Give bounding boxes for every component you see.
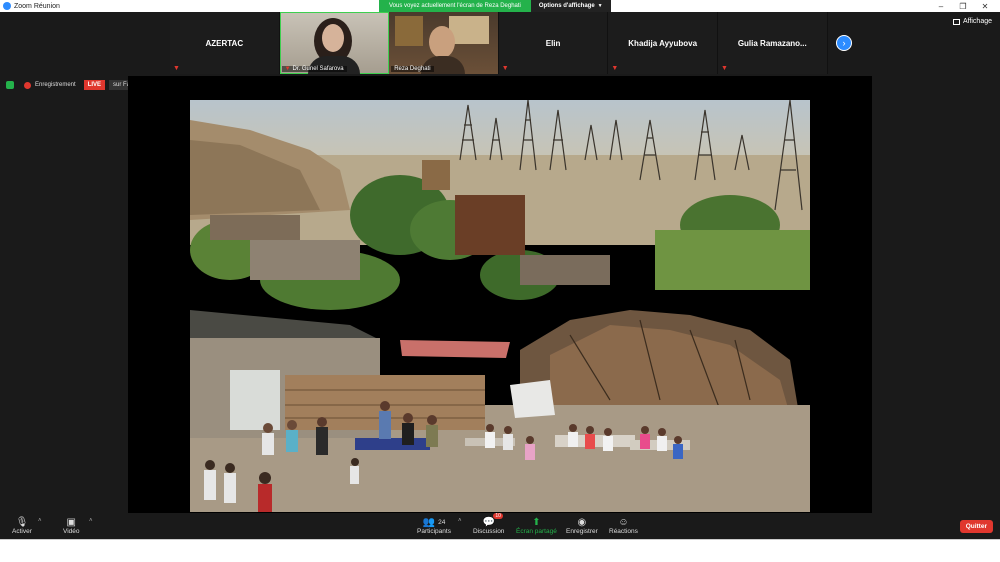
participant-tile[interactable]: Elin ▼ — [498, 12, 609, 74]
window-title: Zoom Réunion — [14, 2, 60, 10]
chat-unread-badge: 10 — [493, 513, 503, 519]
screen-share-banner: Vous voyez actuellement l'écran de Reza … — [379, 0, 611, 12]
next-page-button[interactable]: › — [836, 35, 852, 51]
reactions-label: Réactions — [609, 528, 638, 535]
participant-face — [429, 26, 456, 58]
view-label: Affichage — [962, 18, 992, 25]
record-label: Enregistrer — [566, 528, 598, 535]
participants-label: Participants — [417, 528, 451, 535]
live-badge[interactable]: LIVE — [83, 80, 106, 90]
microphone-muted-icon: 🎙 — [15, 516, 29, 528]
participant-tile[interactable]: Reza Deghati — [389, 12, 499, 74]
share-screen-icon: ⬆ — [532, 516, 541, 528]
participant-name: AZERTAC — [205, 38, 244, 48]
mic-muted-icon: ▼ — [284, 66, 291, 72]
chat-button[interactable]: 💬 10 Discussion — [473, 513, 505, 535]
participant-name: Gulia Ramazano... — [737, 38, 807, 48]
view-options-button[interactable]: Options d'affichage ▼ — [530, 0, 611, 12]
security-shield-icon[interactable] — [6, 81, 14, 89]
participant-tile[interactable]: ▼ Dr. Gunel Safarova — [279, 12, 390, 74]
participants-options-chevron-icon[interactable]: ˄ — [458, 518, 462, 524]
video-options-chevron-icon[interactable]: ˄ — [89, 518, 93, 524]
participant-face — [321, 24, 344, 52]
participant-name-tag: ▼ Dr. Gunel Safarova — [281, 66, 347, 72]
participant-name: Dr. Gunel Safarova — [292, 66, 344, 72]
chat-label: Discussion — [473, 528, 505, 535]
leave-meeting-button[interactable]: Quitter — [959, 520, 993, 533]
minimize-button[interactable]: – — [930, 0, 952, 12]
unmute-label: Activer — [12, 528, 32, 535]
smiley-icon: ☺ — [618, 516, 629, 528]
participant-name: Reza Deghati — [394, 66, 431, 72]
gallery-view-icon — [952, 18, 960, 25]
participant-name: Elin — [545, 38, 561, 48]
record-icon: ◉ — [577, 516, 587, 528]
reactions-button[interactable]: ☺ Réactions — [609, 516, 638, 536]
participants-count: 24 — [438, 518, 446, 526]
share-screen-label: Écran partagé — [516, 528, 557, 535]
participant-name: Khadija Ayyubova — [628, 38, 698, 48]
mic-muted-icon: ▼ — [611, 65, 619, 72]
view-button[interactable]: Affichage — [952, 18, 992, 25]
video-label: Vidéo — [63, 528, 80, 535]
mic-muted-icon: ▼ — [501, 65, 509, 72]
share-screen-button[interactable]: ⬆ Écran partagé — [516, 516, 557, 536]
chevron-right-icon: › — [842, 38, 846, 48]
unmute-button[interactable]: 🎙 Activer — [12, 516, 32, 536]
participants-strip: AZERTAC ▼ ▼ Dr. Gunel Safarova Reza Degha… — [170, 12, 828, 74]
participants-icon: 👥 24 — [422, 516, 446, 528]
participant-tile[interactable]: Khadija Ayyubova ▼ — [608, 12, 718, 74]
chat-bubble-icon: 💬 10 — [482, 513, 503, 528]
participant-tile[interactable]: AZERTAC ▼ — [170, 12, 280, 74]
chevron-down-icon: ▼ — [597, 3, 603, 9]
participants-button[interactable]: 👥 24 Participants — [417, 516, 451, 536]
video-button[interactable]: ▣ Vidéo — [63, 516, 80, 536]
view-options-label: Options d'affichage — [538, 3, 595, 9]
zoom-logo-icon — [3, 2, 11, 10]
participant-tile[interactable]: Gulia Ramazano... ▼ — [717, 12, 828, 74]
audio-options-chevron-icon[interactable]: ˄ — [38, 518, 42, 524]
video-camera-off-icon: ▣ — [66, 516, 76, 528]
maximize-button[interactable]: ❐ — [952, 0, 974, 12]
mic-muted-icon: ▼ — [720, 65, 728, 72]
meeting-toolbar: 🎙 Activer ˄ ▣ Vidéo ˄ 👥 24 Participants ˄… — [0, 513, 1000, 539]
background-frame — [395, 16, 424, 46]
zoom-window: { "window": { "title": "Zoom Réunion" },… — [0, 0, 1000, 562]
recording-icon — [24, 81, 31, 89]
taskbar-area — [0, 539, 1000, 562]
record-button[interactable]: ◉ Enregistrer — [566, 516, 598, 536]
close-button[interactable]: ✕ — [974, 0, 996, 12]
shared-photo — [190, 100, 810, 512]
shared-photo-image — [190, 100, 810, 512]
share-status-text: Vous voyez actuellement l'écran de Reza … — [379, 0, 531, 12]
mic-muted-icon: ▼ — [173, 65, 180, 72]
recording-label: Enregistrement — [35, 82, 76, 88]
background-frame — [449, 16, 490, 44]
participant-name-tag: Reza Deghati — [391, 66, 434, 72]
